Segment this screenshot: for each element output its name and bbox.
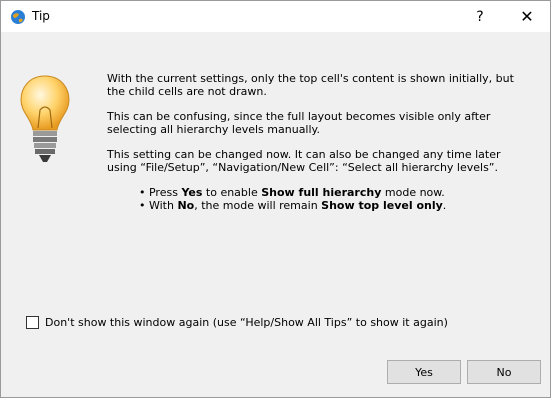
yes-button[interactable]: Yes (387, 360, 461, 384)
help-button[interactable]: ? (458, 1, 502, 32)
option-bullets: • Press Yes to enable Show full hierarch… (139, 186, 527, 212)
lightbulb-icon (20, 75, 70, 162)
close-button[interactable]: ✕ (505, 1, 549, 32)
dont-show-again-label[interactable]: Don't show this window again (use “Help/… (45, 316, 448, 329)
window-title: Tip (32, 9, 50, 23)
title-bar[interactable]: Tip ? ✕ (1, 1, 550, 32)
bullet-yes: • Press Yes to enable Show full hierarch… (139, 186, 445, 199)
tip-dialog: Tip ? ✕ With the current settings, only … (0, 0, 551, 398)
help-icon: ? (476, 8, 484, 25)
globe-icon (11, 10, 25, 24)
no-button[interactable]: No (467, 360, 541, 384)
dont-show-again-checkbox[interactable] (26, 316, 39, 329)
dialog-body: With the current settings, only the top … (1, 32, 550, 397)
tip-paragraph-1: With the current settings, only the top … (107, 72, 514, 98)
tip-paragraph-3: This setting can be changed now. It can … (107, 148, 501, 174)
tip-paragraph-2: This can be confusing, since the full la… (107, 110, 491, 136)
dont-show-again-row[interactable]: Don't show this window again (use “Help/… (26, 316, 448, 329)
close-icon: ✕ (520, 7, 534, 26)
bullet-no: • With No, the mode will remain Show top… (139, 199, 447, 212)
tip-message: With the current settings, only the top … (107, 72, 527, 212)
